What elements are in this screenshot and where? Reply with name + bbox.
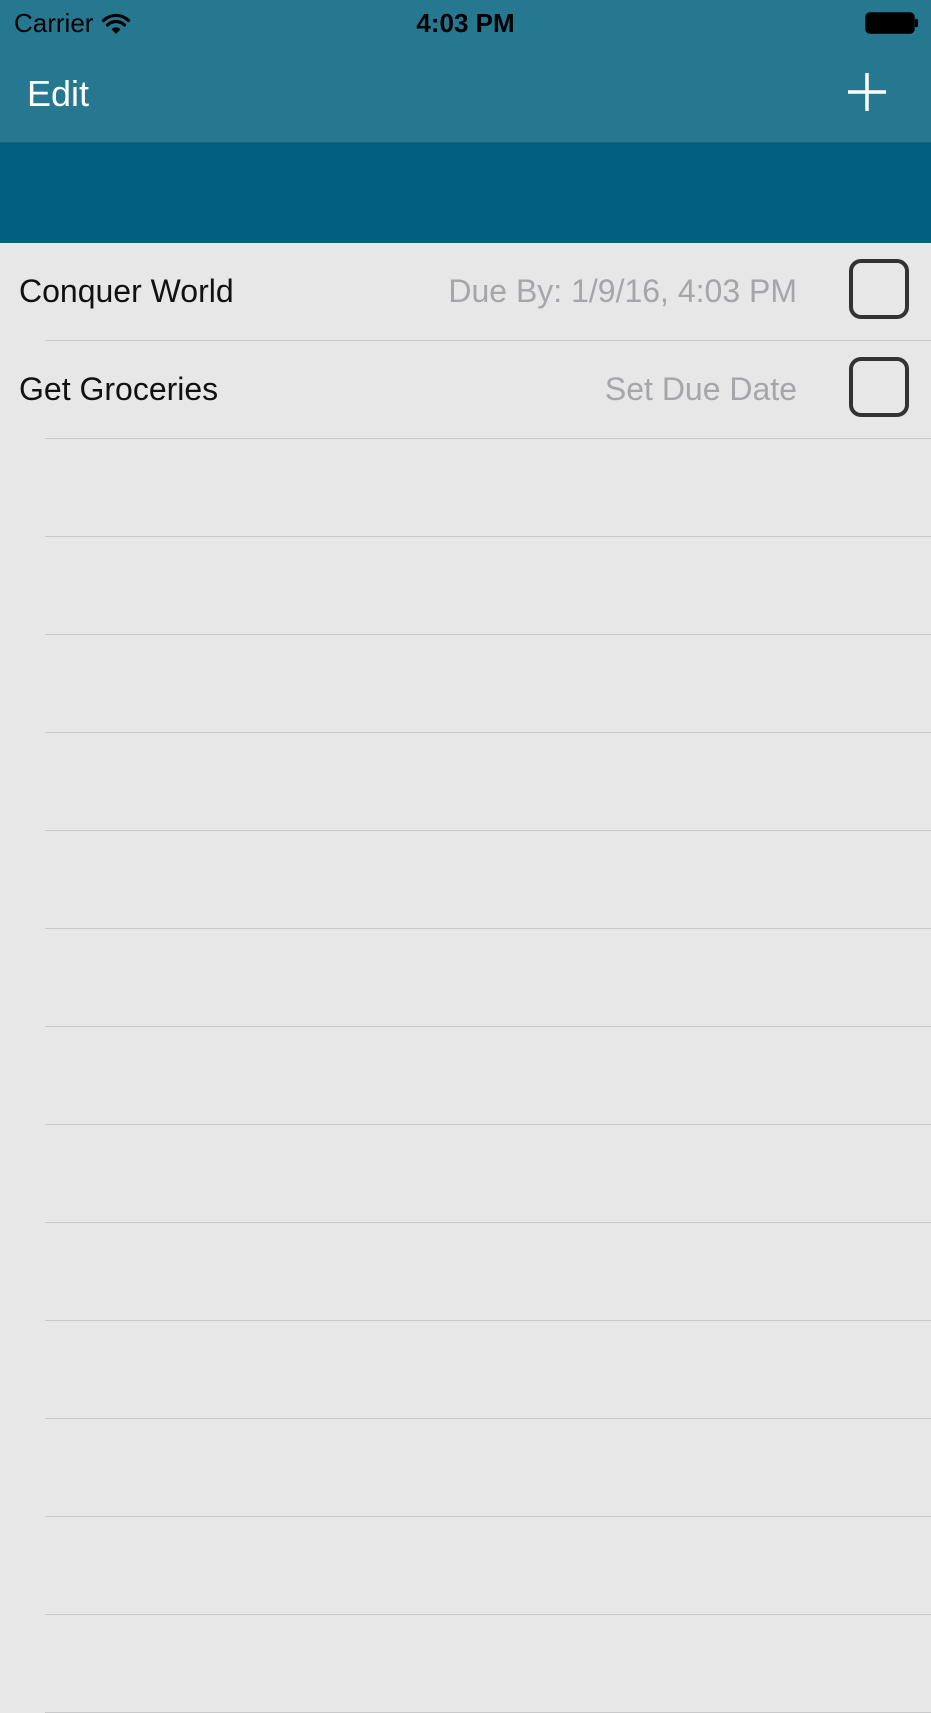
task-due-date[interactable]: Set Due Date xyxy=(605,369,797,409)
navigation-bar: Edit xyxy=(0,46,931,142)
empty-row xyxy=(0,1125,931,1223)
status-bar: Carrier 4:03 PM xyxy=(0,0,931,46)
empty-row xyxy=(0,831,931,929)
empty-row xyxy=(0,1419,931,1517)
task-complete-checkbox[interactable] xyxy=(849,259,909,319)
task-row[interactable]: Get Groceries Set Due Date xyxy=(0,341,931,439)
task-row[interactable]: Conquer World Due By: 1/9/16, 4:03 PM xyxy=(0,243,931,341)
task-list: Conquer World Due By: 1/9/16, 4:03 PM Ge… xyxy=(0,243,931,1713)
plus-icon[interactable] xyxy=(845,70,889,114)
empty-row xyxy=(0,635,931,733)
battery-full-icon xyxy=(865,12,918,34)
empty-row xyxy=(0,1321,931,1419)
empty-row xyxy=(0,1615,931,1713)
top-bar: Carrier 4:03 PM Edit xyxy=(0,0,931,143)
task-title: Conquer World xyxy=(19,273,234,309)
empty-row xyxy=(0,1027,931,1125)
task-title: Get Groceries xyxy=(19,371,219,407)
empty-row xyxy=(0,1223,931,1321)
task-due-date[interactable]: Due By: 1/9/16, 4:03 PM xyxy=(448,271,797,311)
empty-row xyxy=(0,537,931,635)
header-band xyxy=(0,143,931,243)
empty-row xyxy=(0,929,931,1027)
empty-row xyxy=(0,1517,931,1615)
empty-row xyxy=(0,733,931,831)
edit-button[interactable]: Edit xyxy=(27,74,89,114)
empty-row xyxy=(0,439,931,537)
status-time: 4:03 PM xyxy=(416,8,515,38)
task-complete-checkbox[interactable] xyxy=(849,357,909,417)
